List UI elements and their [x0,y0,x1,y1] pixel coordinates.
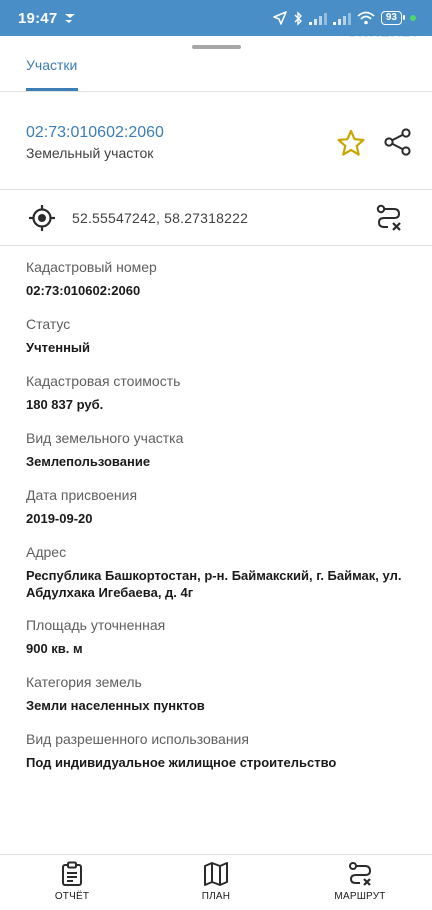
field-value: 900 кв. м [26,641,83,656]
wifi-icon [357,11,375,25]
parcel-info: Кадастровый номер 02:73:010602:2060 Стат… [26,258,416,787]
field-value: Под индивидуальное жилищное строительств… [26,755,337,770]
signal-icon-1 [308,12,327,25]
tab-parcels[interactable]: Участки [26,57,77,73]
field-value: 02:73:010602:2060 [26,283,141,298]
status-time: 19:47 [18,9,58,27]
field-parcel-kind: Вид земельного участка Землепользование [26,429,416,471]
field-label: Кадастровая стоимость [26,373,181,389]
address-line-1: Республика Башкортостан, р-н. Баймакский… [26,568,402,583]
field-cadastral-value: Кадастровая стоимость 180 837 руб. [26,372,416,414]
address-line-2: Абдулхака Игебаева, д. 4г [26,585,194,600]
location-arrow-icon [273,11,287,25]
nav-plan-label: ПЛАН [201,891,231,902]
field-label: Вид разрешенного использования [26,731,249,747]
bottom-nav: ОТЧЁТ ПЛАН МАРШРУТ [0,854,432,910]
drag-handle[interactable] [192,45,241,49]
crosshair-icon[interactable] [28,204,56,232]
field-label: Вид земельного участка [26,430,184,446]
tab-active-indicator [26,88,78,91]
field-value: Республика Башкортостан, р-н. Баймакский… [26,567,416,601]
nav-plan-button[interactable]: ПЛАН [171,861,261,902]
field-value: Землепользование [26,454,151,469]
field-value: 180 837 руб. [26,397,104,412]
field-value: Земли населенных пунктов [26,698,205,713]
nav-report-label: ОТЧЁТ [54,891,90,902]
field-permitted-use: Вид разрешенного использования Под индив… [26,730,416,772]
nav-report-button[interactable]: ОТЧЁТ [27,861,117,902]
field-land-category: Категория земель Земли населенных пункто… [26,673,416,715]
field-cadastral-number: Кадастровый номер 02:73:010602:2060 [26,258,416,300]
field-address: Адрес Республика Башкортостан, р-н. Байм… [26,543,416,601]
nav-route-button[interactable]: МАРШРУТ [315,861,405,902]
field-label: Кадастровый номер [26,259,157,275]
field-label: Категория земель [26,674,142,690]
field-label: Площадь уточненная [26,617,166,633]
parcel-header: 02:73:010602:2060 Земельный участок [0,92,432,190]
field-value: 2019-09-20 [26,511,93,526]
map-icon [204,862,228,886]
share-icon[interactable] [383,127,413,157]
bluetooth-icon [294,10,302,26]
nav-route-label: МАРШРУТ [334,891,386,902]
watermark: ©NREALT [346,24,420,40]
charging-dot [410,15,416,21]
route-icon [349,862,372,886]
notification-icon [65,14,76,23]
signal-icon-2 [332,12,351,25]
field-status: Статус Учтенный [26,315,416,357]
tab-bar: Участки [0,50,432,92]
field-value: Учтенный [26,340,91,355]
route-clear-icon[interactable] [374,203,404,233]
parcel-cadastral-number[interactable]: 02:73:010602:2060 [26,124,164,142]
clipboard-icon [62,861,82,886]
field-label: Адрес [26,544,67,560]
battery-indicator: 93 [380,11,406,25]
star-icon[interactable] [336,128,366,158]
field-assigned-date: Дата присвоения 2019-09-20 [26,486,416,528]
field-label: Статус [26,316,71,332]
coordinates-text[interactable]: 52.55547242, 58.27318222 [72,210,248,226]
field-area: Площадь уточненная 900 кв. м [26,616,416,658]
parcel-type: Земельный участок [26,145,154,161]
field-label: Дата присвоения [26,487,138,503]
coordinates-row: 52.55547242, 58.27318222 [0,190,432,246]
